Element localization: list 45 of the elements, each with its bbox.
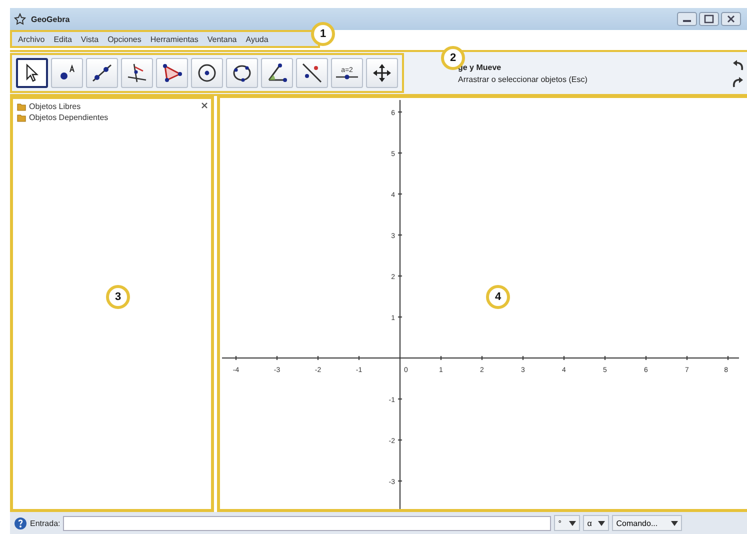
input-label: Entrada: [30,518,60,528]
menu-item[interactable]: Archivo [18,34,45,44]
menu-item[interactable]: Ayuda [246,34,268,44]
tool-button[interactable] [226,58,258,88]
close-icon[interactable] [721,12,741,26]
redo-icon[interactable] [731,74,745,88]
perpendicular-lines-icon [126,63,148,83]
star-icon [14,13,26,25]
line-icon [91,63,113,83]
slider-icon [335,74,359,80]
dropdown[interactable]: Comando... [612,515,682,531]
tool-button[interactable] [366,58,398,88]
close-icon[interactable] [201,102,208,109]
tree-item[interactable]: Objetos Dependientes [29,113,108,122]
tool-button[interactable] [86,58,118,88]
tool-button[interactable] [156,58,188,88]
tool-button[interactable] [296,58,328,88]
menu-item[interactable]: Vista [80,34,99,44]
reflection-icon [301,63,323,83]
undo-icon[interactable] [731,58,745,72]
dropdown[interactable]: ° [554,515,580,531]
menu-item[interactable]: Edita [54,34,72,44]
tool-button[interactable] [51,58,83,88]
tool-button[interactable] [261,58,293,88]
window-title: GeoGebra [31,14,70,24]
triangle-icon [161,63,183,83]
minimize-icon[interactable] [677,12,697,26]
caret-icon [598,520,606,526]
maximize-icon[interactable] [699,12,719,26]
tree-item[interactable]: Objetos Libres [29,102,81,111]
circle-icon [196,62,218,84]
move-arrows-icon [372,63,392,83]
input-field[interactable] [63,516,552,530]
tool-button[interactable] [121,58,153,88]
tool-button[interactable] [191,58,223,88]
menu-item[interactable]: Herramientas [150,34,198,44]
dropdown[interactable]: α [583,515,610,531]
angle-icon [266,63,288,83]
tool-description: Arrastrar o seleccionar objetos (Esc) [458,74,588,84]
menu-item[interactable]: Opciones [108,34,142,44]
help-icon[interactable] [14,516,27,530]
caret-icon [671,520,678,526]
tool-button[interactable] [16,58,48,88]
menu-item[interactable]: Ventana [207,34,237,44]
caret-icon [569,520,576,526]
